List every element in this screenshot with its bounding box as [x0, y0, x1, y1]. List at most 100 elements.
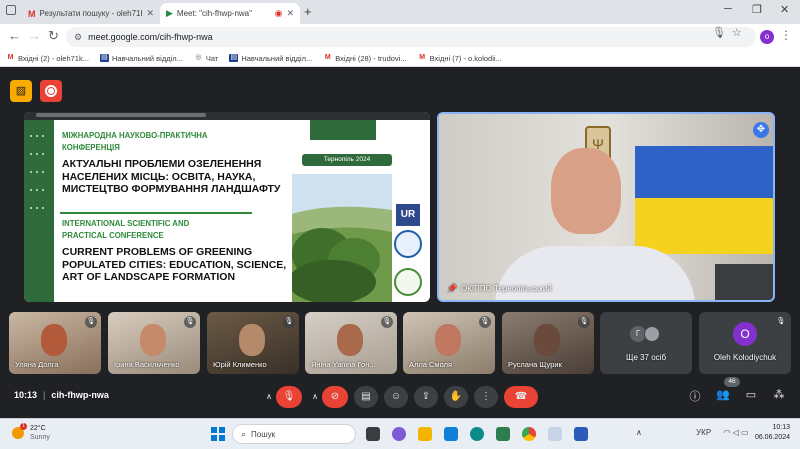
chrome-icon[interactable] — [522, 427, 536, 441]
minimize-icon[interactable]: ─ — [724, 3, 732, 15]
bookmark-item[interactable]: ◎ Чат — [194, 54, 218, 63]
excel-icon[interactable] — [496, 427, 510, 441]
app-icon[interactable] — [548, 427, 562, 441]
mic-off-icon: 🎙 — [184, 316, 196, 328]
more-vert-icon: ⋮ — [481, 391, 491, 402]
chat-icon[interactable]: ▭ — [742, 388, 760, 401]
search-placeholder: Пошук — [251, 429, 276, 439]
profile-avatar[interactable]: o — [760, 30, 774, 44]
bookmark-label: Навчальний відділ... — [111, 53, 183, 63]
mic-off-icon: 🎙 — [381, 316, 393, 328]
slide-conference-ua: МІЖНАРОДНА НАУКОВО-ПРАКТИЧНА КОНФЕРЕНЦІЯ — [62, 131, 208, 152]
more-participants-tile[interactable]: Г Ще 37 осіб — [600, 312, 692, 374]
participant-tile[interactable]: 🎙 Ірина Васильченко — [108, 312, 200, 374]
tab-search-icon[interactable] — [6, 5, 16, 15]
participant-tile[interactable]: 🎙 Уляна Долга — [9, 312, 101, 374]
mail-icon[interactable] — [444, 427, 458, 441]
gmail-icon: M — [7, 54, 14, 61]
close-icon[interactable]: ✕ — [286, 8, 294, 19]
gmail-icon: M — [324, 54, 331, 61]
bookmark-item[interactable]: M Вхідні (2) - oleh71k... — [6, 54, 89, 63]
new-tab-button[interactable]: + — [304, 4, 312, 19]
captions-button[interactable]: ▤ — [354, 386, 378, 408]
search-icon: ⌕ — [241, 428, 247, 439]
speaker-name-label: 📌 ОКІППО Тернопільський — [447, 284, 552, 293]
weather-condition: Sunny — [30, 434, 50, 441]
bookmark-label: Вхідні (2) - oleh71k... — [18, 53, 89, 63]
hand-icon: ✋ — [449, 391, 463, 402]
bookmark-label: Навчальний відділ... — [241, 53, 313, 63]
address-bar[interactable]: ⚙ meet.google.com/cih-fhwp-nwa — [66, 27, 756, 47]
os-taskbar: 1 22°C Sunny ⌕ Пошук ∧ УКР ◠ ◁ ▭ 10:13 0… — [0, 418, 800, 449]
tray-chevron-icon[interactable]: ∧ — [636, 428, 642, 437]
start-menu-icon[interactable] — [211, 427, 225, 441]
presenter-toolbar-title — [36, 113, 206, 117]
slide-title-en: CURRENT PROBLEMS OF GREENING POPULATED C… — [62, 246, 287, 283]
audio-options-caret[interactable]: ∧ — [262, 386, 276, 408]
people-icon[interactable]: 👥 — [714, 388, 732, 401]
doc-icon: ▤ — [99, 54, 109, 62]
mic-toggle-button[interactable]: 🎙 — [276, 386, 302, 408]
wifi-icon[interactable]: ◠ — [723, 428, 730, 437]
mic-icon[interactable]: 🎙 — [712, 26, 726, 39]
edge-icon[interactable] — [470, 427, 484, 441]
tab-gmail-search[interactable]: M Результати пошуку - oleh71ko... ✕ — [22, 3, 160, 24]
volume-icon[interactable]: ◁ — [733, 428, 739, 437]
bookmark-item[interactable]: M Вхідні (28) - trudovi... — [323, 54, 407, 63]
participant-tile[interactable]: 🎙 Руслана Щурик — [502, 312, 594, 374]
more-options-button[interactable]: ⋮ — [474, 386, 498, 408]
emoji-icon: ☺ — [390, 391, 402, 402]
activities-icon[interactable]: ⁂ — [770, 388, 788, 401]
close-window-icon[interactable]: ✕ — [780, 3, 789, 16]
camera-off-icon: ⊘ — [330, 391, 340, 402]
gmail-icon: M — [28, 8, 36, 19]
meeting-code: cih-fhwp-nwa — [51, 390, 109, 400]
reload-button[interactable]: ↻ — [48, 28, 59, 44]
bookmark-item[interactable]: ▤ Навчальний відділ... — [99, 53, 183, 63]
laptop — [715, 264, 773, 300]
leave-call-button[interactable]: ☎ — [504, 386, 538, 408]
mic-off-icon: 🎙 — [578, 316, 590, 328]
pin-icon[interactable]: 📌 — [447, 284, 457, 293]
task-view-icon[interactable] — [366, 427, 380, 441]
clock-time[interactable]: 10:13 — [746, 424, 790, 431]
info-icon[interactable]: ⓘ — [686, 388, 704, 404]
taskbar-search[interactable]: ⌕ Пошук — [232, 424, 356, 444]
recording-indicator-button[interactable] — [40, 80, 62, 102]
clock-date[interactable]: 06.06.2024 — [746, 434, 790, 441]
bookmark-label: Чат — [205, 53, 219, 63]
participant-name: Уляна Долга — [15, 360, 59, 369]
present-button[interactable]: ⇪ — [414, 386, 438, 408]
chat-app-icon[interactable] — [392, 427, 406, 441]
bookmark-item[interactable]: ▤ Навчальний відділ... — [229, 54, 312, 63]
flag-blue-stripe — [635, 146, 773, 198]
tile-options-icon[interactable]: ✥ — [753, 122, 769, 138]
participant-tile[interactable]: O 🎙 Oleh Kolodiychuk — [699, 312, 791, 374]
presentation-screen[interactable]: МІЖНАРОДНА НАУКОВО-ПРАКТИЧНА КОНФЕРЕНЦІЯ… — [24, 112, 430, 302]
restore-icon[interactable]: ❐ — [752, 3, 762, 16]
bookmark-label: Вхідні (7) - o.kolodii... — [429, 53, 502, 63]
forward-button[interactable]: → — [28, 28, 41, 43]
browser-menu-icon[interactable]: ⋮ — [780, 28, 792, 42]
bookmark-star-icon[interactable]: ☆ — [732, 26, 742, 39]
participant-name: Руслана Щурик — [508, 360, 562, 369]
reactions-button[interactable]: ☺ — [384, 386, 408, 408]
participant-tile[interactable]: 🎙 Юрій Клименко — [207, 312, 299, 374]
raise-hand-button[interactable]: ✋ — [444, 386, 468, 408]
active-speaker-tile[interactable]: Ψ 📌 ОКІППО Тернопільський ✥ — [437, 112, 775, 302]
landscape-photo — [292, 174, 392, 302]
bookmark-item[interactable]: M Вхідні (7) - o.kolodii... — [418, 54, 502, 63]
word-icon[interactable] — [574, 427, 588, 441]
file-explorer-icon[interactable] — [418, 427, 432, 441]
tab-meet[interactable]: ▶ Meet: "cih-fhwp-nwa" ◉ ✕ — [160, 3, 300, 24]
weather-temp: 22°C — [30, 425, 46, 432]
hide-self-view-button[interactable]: ▨ — [10, 80, 32, 102]
language-indicator[interactable]: УКР — [696, 428, 711, 437]
camera-toggle-button[interactable]: ⊘ — [322, 386, 348, 408]
participant-tile[interactable]: 🎙 Яніна Yanina Гон... — [305, 312, 397, 374]
participant-tile[interactable]: 🎙 Алла Смоля — [403, 312, 495, 374]
back-button[interactable]: ← — [8, 28, 21, 43]
site-info-icon[interactable]: ⚙ — [74, 32, 82, 43]
video-options-caret[interactable]: ∧ — [308, 386, 322, 408]
close-icon[interactable]: ✕ — [146, 8, 154, 19]
